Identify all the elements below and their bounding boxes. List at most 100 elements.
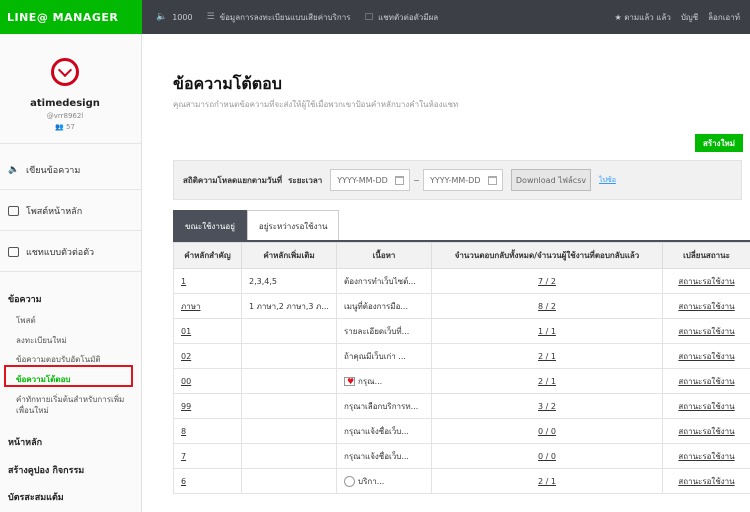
keyword-cell[interactable]: 00 (173, 368, 242, 394)
sidebar-item-label: โพสต์หน้าหลัก (26, 206, 83, 217)
sidebar-sub-greeting-line2[interactable]: เพื่อนใหม่ (16, 404, 49, 417)
count-cell: 2 / 1 (431, 368, 663, 394)
account-id: @vrr8962l (46, 112, 84, 120)
create-button[interactable]: สร้างใหม่ (695, 134, 743, 152)
table-row[interactable]: 01 รายละเอียดเว็บที่... 1 / 1 สถานะรอใช้งาน (173, 318, 750, 344)
status-link[interactable]: สถานะรอใช้งาน (678, 327, 734, 336)
section-message[interactable]: ข้อความ (8, 292, 42, 306)
end-date-input[interactable]: YYYY-MM-DD (423, 169, 503, 191)
count-link[interactable]: 0 / 0 (538, 427, 556, 436)
keyword-cell[interactable]: 8 (173, 418, 242, 444)
content-cell: ถ้าคุณมีเว็บเก่า ... (336, 343, 432, 369)
count-link[interactable]: 8 / 2 (538, 302, 556, 311)
table-row[interactable]: 99 กรุณาเลือกบริการท... 3 / 2 สถานะรอใช้งาน (173, 393, 750, 419)
avatar[interactable] (51, 58, 79, 86)
status-link[interactable]: สถานะรอใช้งาน (678, 277, 734, 286)
section-card[interactable]: บัตรสะสมแต้ม (8, 490, 64, 504)
column-header: เนื้อหา (336, 242, 432, 269)
extra-keyword-cell (241, 368, 337, 394)
sidebar-item-one-on-one-chat[interactable]: แชทแบบตัวต่อตัว (0, 232, 141, 272)
start-date-placeholder: YYYY-MM-DD (337, 175, 388, 185)
count-link[interactable]: 2 / 1 (538, 352, 556, 361)
column-header: คำหลักสำคัญ (173, 242, 242, 269)
date-separator: ~ (413, 175, 420, 185)
table-row[interactable]: 6 บริกา... 2 / 1 สถานะรอใช้งาน (173, 468, 750, 494)
keyword-cell[interactable]: 02 (173, 343, 242, 369)
topbar-paid-info[interactable]: ☰ ข้อมูลการลงทะเบียนแบบเสียค่าบริการ (207, 11, 351, 24)
sidebar: atimedesign @vrr8962l 👥 57 🔈 เขียนข้อควา… (0, 34, 142, 512)
table-row[interactable]: 02 ถ้าคุณมีเว็บเก่า ... 2 / 1 สถานะรอใช้งาน (173, 343, 750, 369)
status-cell: สถานะรอใช้งาน (662, 443, 750, 469)
status-link[interactable]: สถานะรอใช้งาน (678, 302, 734, 311)
status-link[interactable]: สถานะรอใช้งาน (678, 352, 734, 361)
section-home[interactable]: หน้าหลัก (8, 435, 42, 449)
status-link[interactable]: สถานะรอใช้งาน (678, 427, 734, 436)
table-row[interactable]: ภาษา 1 ภาษา,2 ภาษา,3 ภ... เมนูที่ต้องการมื… (173, 293, 750, 319)
table-row[interactable]: 7 กรุณาแจ้งชื่อเว็บ... 0 / 0 สถานะรอใช้งาน (173, 443, 750, 469)
content-cell: กรุณาเลือกบริการท... (336, 393, 432, 419)
filter-label: สถิติความโหลดแยกตามวันที่ (183, 175, 283, 185)
content-cell: กรุณ... (336, 368, 432, 394)
content-cell: ต้องการทำเว็บไซต์... (336, 268, 432, 294)
tab-active[interactable]: ขณะใช้งานอยู่ (173, 210, 247, 241)
friends-count: 57 (66, 123, 75, 131)
count-link[interactable]: 2 / 1 (538, 477, 556, 486)
table-row[interactable]: 1 2,3,4,5 ต้องการทำเว็บไซต์... 7 / 2 สถานะรอ… (173, 268, 750, 294)
top-bar: 🔈 1000 ☰ ข้อมูลการลงทะเบียนแบบเสียค่าบริ… (142, 0, 750, 34)
sidebar-sub-register[interactable]: ลงทะเบียนใหม่ (16, 334, 67, 347)
count-link[interactable]: 2 / 1 (538, 377, 556, 386)
account-panel: atimedesign @vrr8962l 👥 57 (0, 34, 141, 144)
count-cell: 1 / 1 (431, 318, 663, 344)
start-date-input[interactable]: YYYY-MM-DD (330, 169, 411, 191)
keyword-table: คำหลักสำคัญ คำหลักเพิ่มเติม เนื้อหา จำนว… (173, 242, 750, 494)
status-cell: สถานะรอใช้งาน (662, 418, 750, 444)
count-link[interactable]: 0 / 0 (538, 452, 556, 461)
section-coupon[interactable]: สร้างคูปอง กิจกรรม (8, 463, 84, 477)
page-description: คุณสามารถกำหนดข้อความที่จะส่งให้ผู้ใช้เม… (173, 100, 459, 109)
help-link[interactable]: ไปซ้อ (599, 175, 616, 186)
account-friends: 👥 57 (0, 123, 130, 131)
calendar-icon[interactable] (395, 176, 405, 185)
sidebar-item-compose[interactable]: 🔈 เขียนข้อความ (0, 150, 141, 190)
count-link[interactable]: 7 / 2 (538, 277, 556, 286)
topbar-follow-link[interactable]: ★ ตามแล้ว แล้ว (614, 11, 670, 24)
count-link[interactable]: 1 / 1 (538, 327, 556, 336)
status-link[interactable]: สถานะรอใช้งาน (678, 377, 734, 386)
topbar-logout-link[interactable]: ล็อกเอาท์ (708, 11, 740, 24)
heart-sticker-icon (344, 376, 355, 386)
table-header-row: คำหลักสำคัญ คำหลักเพิ่มเติม เนื้อหา จำนว… (173, 242, 750, 269)
content-text: รายละเอียดเว็บที่... (344, 326, 410, 336)
sidebar-sub-post[interactable]: โพสต์ (16, 314, 36, 327)
status-link[interactable]: สถานะรอใช้งาน (678, 452, 734, 461)
extra-keyword-cell: 2,3,4,5 (241, 268, 337, 294)
count-link[interactable]: 3 / 2 (538, 402, 556, 411)
app-logo[interactable]: LINE@ MANAGER (0, 0, 142, 34)
column-header: เปลี่ยนสถานะ (662, 242, 750, 269)
end-date-placeholder: YYYY-MM-DD (430, 175, 481, 185)
calendar-icon[interactable] (488, 176, 497, 185)
status-link[interactable]: สถานะรอใช้งาน (678, 477, 734, 486)
keyword-cell[interactable]: 1 (173, 268, 242, 294)
topbar-messages-count[interactable]: 🔈 1000 (156, 12, 193, 22)
content-text: ถ้าคุณมีเว็บเก่า ... (344, 351, 406, 361)
table-row[interactable]: 8 กรุณาแจ้งชื่อเว็บ... 0 / 0 สถานะรอใช้งาน (173, 418, 750, 444)
content-text: ต้องการทำเว็บไซต์... (344, 276, 416, 286)
keyword-cell[interactable]: 01 (173, 318, 242, 344)
keyword-cell[interactable]: ภาษา (173, 293, 242, 319)
sidebar-item-label: แชทแบบตัวต่อตัว (26, 247, 95, 258)
friends-icon: 👥 (55, 123, 64, 131)
highlight-box (4, 365, 133, 387)
status-link[interactable]: สถานะรอใช้งาน (678, 402, 734, 411)
extra-keyword-cell (241, 418, 337, 444)
topbar-chat-status[interactable]: □ แชทตัวต่อตัวมีผล (365, 11, 439, 24)
topbar-account-link[interactable]: บัญชี (681, 11, 698, 24)
table-row[interactable]: 00 กรุณ... 2 / 1 สถานะรอใช้งาน (173, 368, 750, 394)
keyword-cell[interactable]: 6 (173, 468, 242, 494)
keyword-cell[interactable]: 7 (173, 443, 242, 469)
download-csv-button[interactable]: Download ไฟล์csv (511, 169, 591, 191)
tab-pending[interactable]: อยู่ระหว่างรอใช้งาน (246, 210, 340, 241)
column-header: จำนวนตอบกลับทั้งหมด/จำนวนผู้ใช้งานที่ตอบ… (431, 242, 663, 269)
count-cell: 0 / 0 (431, 443, 663, 469)
sidebar-item-home-post[interactable]: โพสต์หน้าหลัก (0, 191, 141, 231)
keyword-cell[interactable]: 99 (173, 393, 242, 419)
